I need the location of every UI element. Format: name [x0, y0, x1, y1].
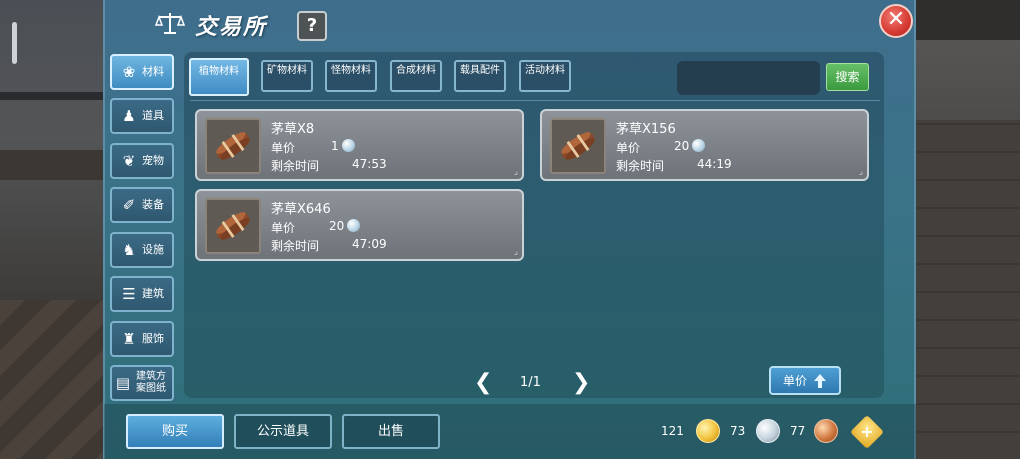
- item-name: 茅草X8: [271, 122, 315, 137]
- tab-synthetic-materials[interactable]: 合成材料: [390, 60, 442, 92]
- potion-icon: ♟: [122, 107, 136, 125]
- tab-vehicle-parts[interactable]: 载具配件: [454, 60, 506, 92]
- price-value: 20: [674, 139, 706, 153]
- game-world-left: [0, 0, 104, 459]
- sidebar-item-facilities[interactable]: ♞ 设施: [110, 232, 174, 268]
- time-remaining: 47:09: [352, 237, 387, 251]
- gold-amount: 121: [661, 424, 684, 438]
- tab-event-materials[interactable]: 活动材料: [519, 60, 571, 92]
- silver-coin-icon: [756, 419, 780, 443]
- sort-by-price-button[interactable]: 单价: [769, 366, 841, 395]
- building-icon: ☰: [122, 285, 136, 303]
- page-indicator: 1/1: [520, 375, 541, 390]
- blueprint-icon: ▤: [115, 374, 131, 392]
- sell-button[interactable]: 出售: [342, 414, 440, 449]
- screen-handle[interactable]: [12, 22, 17, 64]
- sidebar-item-buildings[interactable]: ☰ 建筑: [110, 276, 174, 312]
- silver-coin-icon: [692, 139, 706, 152]
- sidebar-item-label: 道具: [142, 109, 164, 122]
- sidebar-item-label: 建筑: [142, 287, 164, 300]
- time-label: 剩余时间: [271, 159, 320, 173]
- sidebar-item-label: 宠物: [142, 154, 164, 167]
- tab-plant-materials[interactable]: 植物材料: [189, 58, 249, 96]
- arrow-up-icon: [814, 373, 826, 388]
- paw-icon: ❦: [122, 152, 136, 170]
- prev-page-button[interactable]: ❮: [474, 370, 492, 395]
- sidebar-item-label: 设施: [142, 243, 164, 256]
- corner-mark-icon: ⌟: [513, 167, 518, 177]
- gold-coin-icon: [696, 419, 720, 443]
- help-button[interactable]: ?: [297, 11, 327, 41]
- public-items-button[interactable]: 公示道具: [234, 414, 332, 449]
- clothing-icon: ♜: [122, 330, 136, 348]
- listing-card[interactable]: 茅草X646 单价 20 剩余时间 47:09 ⌟: [195, 189, 524, 261]
- scale-icon: [155, 13, 185, 34]
- tab-mineral-materials[interactable]: 矿物材料: [261, 60, 313, 92]
- time-label: 剩余时间: [271, 239, 320, 253]
- silver-coin-icon: [341, 139, 355, 152]
- facility-icon: ♞: [122, 241, 136, 259]
- title-bar: 交易所 ?: [105, 0, 914, 48]
- copper-coin-icon: [814, 419, 838, 443]
- corner-mark-icon: ⌟: [858, 167, 863, 177]
- search-input[interactable]: [677, 61, 820, 95]
- world-wall: [916, 120, 1020, 459]
- price-number: 20: [329, 219, 345, 233]
- price-value: 20: [329, 219, 361, 233]
- sort-label: 单价: [782, 374, 807, 388]
- listing-card[interactable]: 茅草X8 单价 1 剩余时间 47:53 ⌟: [195, 109, 524, 181]
- corner-mark-icon: ⌟: [513, 247, 518, 257]
- materials-icon: ❀: [122, 63, 136, 81]
- buy-button[interactable]: 购买: [126, 414, 224, 449]
- next-page-button[interactable]: ❯: [572, 370, 590, 395]
- price-number: 20: [674, 139, 690, 153]
- price-label: 单价: [616, 141, 641, 155]
- equipment-icon: ✐: [122, 196, 136, 214]
- divider: [190, 100, 880, 101]
- sidebar-item-props[interactable]: ♟ 道具: [110, 98, 174, 134]
- close-button[interactable]: ✕: [879, 4, 913, 38]
- listing-card[interactable]: 茅草X156 单价 20 剩余时间 44:19 ⌟: [540, 109, 869, 181]
- sidebar-item-equipment[interactable]: ✐ 装备: [110, 187, 174, 223]
- price-number: 1: [331, 139, 339, 153]
- thatch-bundle-icon: [550, 118, 606, 174]
- sidebar-item-pets[interactable]: ❦ 宠物: [110, 143, 174, 179]
- search-button[interactable]: 搜索: [826, 63, 869, 91]
- silver-coin-icon: [347, 219, 361, 232]
- item-name: 茅草X156: [616, 122, 676, 137]
- add-currency-button[interactable]: +: [850, 415, 884, 449]
- sidebar-item-materials[interactable]: ❀ 材料: [110, 54, 174, 90]
- thatch-bundle-icon: [205, 118, 261, 174]
- copper-amount: 77: [790, 424, 806, 438]
- time-label: 剩余时间: [616, 159, 665, 173]
- world-ledge: [0, 92, 104, 100]
- sidebar-item-label: 服饰: [142, 332, 164, 345]
- sidebar-item-blueprints[interactable]: ▤ 建筑方案图纸: [110, 365, 174, 401]
- price-label: 单价: [271, 221, 296, 235]
- thatch-bundle-icon: [205, 198, 261, 254]
- price-value: 1: [331, 139, 355, 153]
- time-remaining: 47:53: [352, 157, 387, 171]
- sidebar-item-label: 建筑方案图纸: [136, 371, 166, 394]
- time-remaining: 44:19: [697, 157, 732, 171]
- world-roof: [916, 0, 1020, 40]
- item-name: 茅草X646: [271, 202, 331, 217]
- price-label: 单价: [271, 141, 296, 155]
- plus-icon: +: [860, 422, 874, 441]
- sidebar-item-clothing[interactable]: ♜ 服饰: [110, 321, 174, 357]
- game-world-right: [916, 0, 1020, 459]
- sidebar-item-label: 装备: [142, 198, 164, 211]
- silver-amount: 73: [730, 424, 746, 438]
- world-floor: [0, 300, 104, 459]
- page-title: 交易所: [195, 15, 268, 40]
- world-ledge: [0, 150, 104, 180]
- tab-monster-materials[interactable]: 怪物材料: [325, 60, 377, 92]
- sidebar-item-label: 材料: [142, 65, 164, 78]
